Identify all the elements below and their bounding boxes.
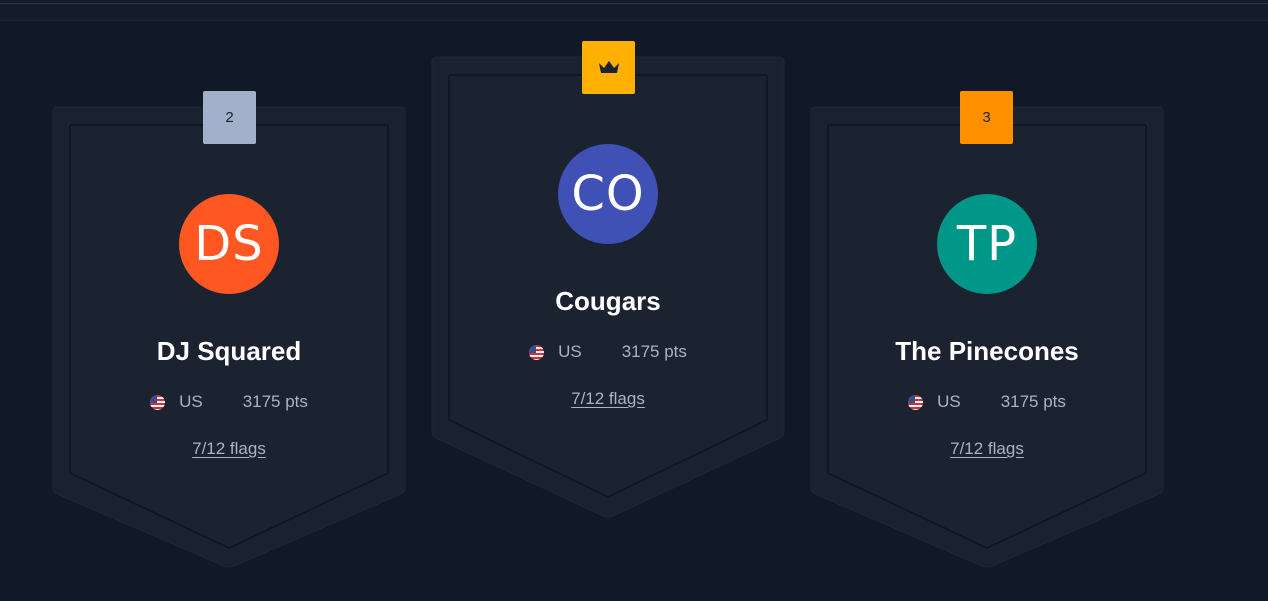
- flags-link[interactable]: 7/12 flags: [52, 439, 406, 459]
- team-meta: US 3175 pts: [431, 342, 785, 362]
- podium-card-first[interactable]: CO Cougars US 3175 pts 7/12 flags: [431, 41, 785, 518]
- us-flag-icon: [529, 344, 545, 360]
- top-bar: [0, 0, 1268, 21]
- team-meta: US 3175 pts: [810, 392, 1164, 412]
- points: 3175 pts: [242, 392, 308, 411]
- rank-badge: 2: [203, 91, 256, 144]
- avatar: TP: [937, 194, 1037, 294]
- country-code: US: [558, 342, 582, 361]
- team-name[interactable]: The Pinecones: [810, 336, 1164, 367]
- points: 3175 pts: [1000, 392, 1066, 411]
- us-flag-icon: [908, 394, 924, 410]
- podium-card-third[interactable]: 3 TP The Pinecones US 3175 pts 7/12 flag…: [810, 91, 1164, 568]
- top-bar-divider: [0, 3, 1268, 4]
- rank-badge: 3: [960, 91, 1013, 144]
- rank-label: 3: [982, 109, 991, 126]
- podium-card-second[interactable]: 2 DS DJ Squared US 3175 pts 7/12 flags: [52, 91, 406, 568]
- rank-label: 2: [225, 109, 234, 126]
- team-name[interactable]: Cougars: [431, 286, 785, 317]
- team-meta: US 3175 pts: [52, 392, 406, 412]
- avatar-initials: DS: [194, 216, 264, 272]
- team-name[interactable]: DJ Squared: [52, 336, 406, 367]
- avatar-initials: TP: [956, 216, 1018, 272]
- avatar-initials: CO: [571, 166, 645, 222]
- crown-icon: [598, 60, 619, 73]
- country-code: US: [937, 392, 961, 411]
- flags-link[interactable]: 7/12 flags: [431, 389, 785, 409]
- points: 3175 pts: [621, 342, 687, 361]
- rank-badge: [582, 41, 635, 94]
- country-code: US: [179, 392, 203, 411]
- flags-link[interactable]: 7/12 flags: [810, 439, 1164, 459]
- avatar: DS: [179, 194, 279, 294]
- us-flag-icon: [150, 394, 166, 410]
- avatar: CO: [558, 144, 658, 244]
